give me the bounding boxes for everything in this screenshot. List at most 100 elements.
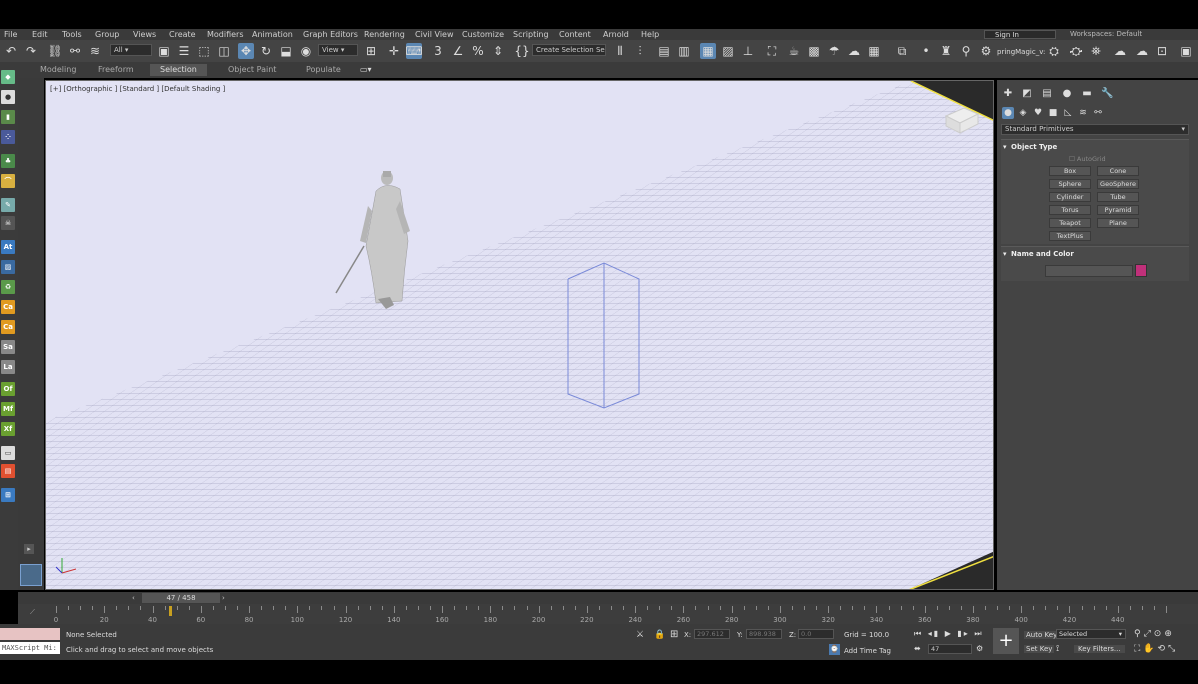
teapot-button[interactable]: Teapot bbox=[1049, 218, 1091, 228]
select-object-icon[interactable]: ▣ bbox=[156, 43, 172, 59]
maxscript-listener-output[interactable] bbox=[0, 628, 60, 640]
mirror-icon[interactable]: ⫴ bbox=[612, 43, 628, 59]
tab-selection[interactable]: Selection bbox=[150, 64, 207, 76]
prev-frame-icon[interactable]: ‹ bbox=[132, 594, 140, 602]
align-icon[interactable]: ⫶ bbox=[632, 43, 648, 59]
time-config-icon[interactable]: ⬌ bbox=[914, 644, 921, 653]
autogrid-checkbox[interactable]: ☐ AutoGrid bbox=[1069, 155, 1106, 163]
redo-icon[interactable]: ↷ bbox=[23, 43, 39, 59]
toggle-ribbon-icon[interactable]: ▦ bbox=[700, 43, 716, 59]
x-coordinate-field[interactable]: 297.612 bbox=[694, 629, 730, 639]
render-production-icon[interactable]: ☂ bbox=[826, 43, 842, 59]
track-bar[interactable]: ⟋ 0 20 40 60 80 100 120 140 160 180 200 220 240 260 28… bbox=[18, 604, 1198, 624]
set-key-button[interactable]: Set Key bbox=[1024, 645, 1055, 653]
tab-populate[interactable]: Populate bbox=[296, 64, 351, 76]
image-tool-icon[interactable]: ▨ bbox=[1, 260, 15, 274]
playback-controls[interactable]: ⏮ ◂▮ ▶ ▮▸ ⏭ bbox=[914, 629, 984, 639]
pyramid-button[interactable]: Pyramid bbox=[1097, 205, 1139, 215]
box-button[interactable]: Box bbox=[1049, 166, 1091, 176]
window-tool-icon[interactable]: ▭ bbox=[1, 446, 15, 460]
rectangular-selection-icon[interactable]: ⬚ bbox=[196, 43, 212, 59]
springmagic-label[interactable]: pringMagic_v: bbox=[997, 48, 1045, 56]
viewport-layout-icon[interactable] bbox=[20, 564, 42, 586]
menu-arnold[interactable]: Arnold bbox=[603, 29, 629, 40]
motion-tab-icon[interactable]: ● bbox=[1061, 88, 1073, 100]
left-tool-of[interactable]: Of bbox=[1, 382, 15, 396]
workspaces-dropdown[interactable]: Workspaces: Default bbox=[1070, 29, 1142, 40]
left-tool-at[interactable]: At bbox=[1, 240, 15, 254]
bend-tool-icon[interactable]: ⌒ bbox=[1, 174, 15, 188]
helpers-category-icon[interactable]: ◺ bbox=[1062, 107, 1074, 119]
menu-group[interactable]: Group bbox=[95, 29, 119, 40]
object-name-field[interactable] bbox=[1045, 265, 1133, 277]
left-tool-ca-1[interactable]: Ca bbox=[1, 300, 15, 314]
render-iterative-icon[interactable]: ☁ bbox=[846, 43, 862, 59]
script-tool-5-icon[interactable]: ▣ bbox=[1178, 43, 1194, 59]
textplus-button[interactable]: TextPlus bbox=[1049, 231, 1091, 241]
z-coordinate-field[interactable]: 0.0 bbox=[798, 629, 834, 639]
time-slider[interactable]: ‹ 47 / 458 › bbox=[18, 592, 1198, 604]
tab-freeform[interactable]: Freeform bbox=[88, 64, 144, 76]
script-tool-4-icon[interactable]: ⊡ bbox=[1154, 43, 1170, 59]
shapes-category-icon[interactable]: ◈ bbox=[1017, 107, 1029, 119]
utilities-tab-icon[interactable]: 🔧 bbox=[1101, 88, 1113, 100]
script-tool-2-icon[interactable]: ⛮ bbox=[1068, 43, 1084, 59]
key-filters-button[interactable]: Key Filters... bbox=[1074, 645, 1125, 653]
menu-rendering[interactable]: Rendering bbox=[364, 29, 405, 40]
plant-tool-icon[interactable]: ♣ bbox=[1, 154, 15, 168]
set-key-big-button[interactable]: + bbox=[993, 628, 1019, 654]
pin-icon[interactable]: ⚲ bbox=[958, 43, 974, 59]
reference-coordinate-dropdown[interactable]: View ▾ bbox=[318, 44, 358, 56]
script-tool-3-icon[interactable]: ⛯ bbox=[1088, 43, 1104, 59]
skull-tool-icon[interactable]: ☠ bbox=[1, 216, 15, 230]
cylinder-button[interactable]: Cylinder bbox=[1049, 192, 1091, 202]
curve-editor-icon[interactable]: ▨ bbox=[720, 43, 736, 59]
menu-content[interactable]: Content bbox=[559, 29, 591, 40]
menu-file[interactable]: File bbox=[4, 29, 17, 40]
plane-button[interactable]: Plane bbox=[1097, 218, 1139, 228]
link-icon[interactable]: ⛓ bbox=[47, 43, 63, 59]
torus-button[interactable]: Torus bbox=[1049, 205, 1091, 215]
selection-lock-icon[interactable]: 🔒 bbox=[654, 630, 665, 640]
select-and-scale-icon[interactable]: ⬓ bbox=[278, 43, 294, 59]
snaps-toggle-icon[interactable]: 3 bbox=[430, 43, 446, 59]
recycle-tool-icon[interactable]: ♻ bbox=[1, 280, 15, 294]
tab-modeling[interactable]: Modeling bbox=[30, 64, 86, 76]
keyboard-shortcut-override-icon[interactable]: ⌨ bbox=[405, 43, 423, 59]
spring-icon[interactable]: ⚙ bbox=[978, 43, 994, 59]
left-tool-xf[interactable]: Xf bbox=[1, 422, 15, 436]
render-in-cloud-icon[interactable]: ▦ bbox=[866, 43, 882, 59]
ribbon-options-icon[interactable]: ▭▾ bbox=[350, 64, 382, 76]
hierarchy-tab-icon[interactable]: ▤ bbox=[1041, 88, 1053, 100]
percent-snap-icon[interactable]: % bbox=[470, 43, 486, 59]
systems-category-icon[interactable]: ⚯ bbox=[1092, 107, 1104, 119]
create-tab-icon[interactable]: ✚ bbox=[1002, 88, 1014, 100]
next-frame-icon[interactable]: › bbox=[222, 594, 230, 602]
cylinder-tool-icon[interactable]: ▮ bbox=[1, 110, 15, 124]
stack-tool-icon[interactable]: ▤ bbox=[1, 464, 15, 478]
lights-category-icon[interactable]: ♥ bbox=[1032, 107, 1044, 119]
y-coordinate-field[interactable]: 898.938 bbox=[746, 629, 782, 639]
cone-button[interactable]: Cone bbox=[1097, 166, 1139, 176]
point-icon[interactable]: • bbox=[918, 43, 934, 59]
menu-tools[interactable]: Tools bbox=[62, 29, 82, 40]
tab-object-paint[interactable]: Object Paint bbox=[218, 64, 286, 76]
select-and-rotate-icon[interactable]: ↻ bbox=[258, 43, 274, 59]
geosphere-button[interactable]: GeoSphere bbox=[1097, 179, 1139, 189]
viewport-nav-top-icons[interactable]: ⚲⤢⊙⊕ bbox=[1134, 629, 1175, 639]
bind-space-warp-icon[interactable]: ≋ bbox=[87, 43, 103, 59]
cloud-tool-2-icon[interactable]: ☁ bbox=[1134, 43, 1150, 59]
left-tool-sa[interactable]: Sa bbox=[1, 340, 15, 354]
select-by-name-icon[interactable]: ☰ bbox=[176, 43, 192, 59]
menu-customize[interactable]: Customize bbox=[462, 29, 504, 40]
space-warps-category-icon[interactable]: ≋ bbox=[1077, 107, 1089, 119]
menu-modifiers[interactable]: Modifiers bbox=[207, 29, 244, 40]
object-color-swatch[interactable] bbox=[1135, 264, 1147, 277]
select-manipulate-icon[interactable]: ✛ bbox=[386, 43, 402, 59]
maxscript-listener-input[interactable]: MAXScript Mi: bbox=[0, 642, 60, 654]
display-tab-icon[interactable]: ▬ bbox=[1081, 88, 1093, 100]
schematic-view-icon[interactable]: ⊥ bbox=[740, 43, 756, 59]
unlink-icon[interactable]: ⚯ bbox=[67, 43, 83, 59]
sphere-button[interactable]: Sphere bbox=[1049, 179, 1091, 189]
selection-filter-dropdown[interactable]: All ▾ bbox=[110, 44, 152, 56]
